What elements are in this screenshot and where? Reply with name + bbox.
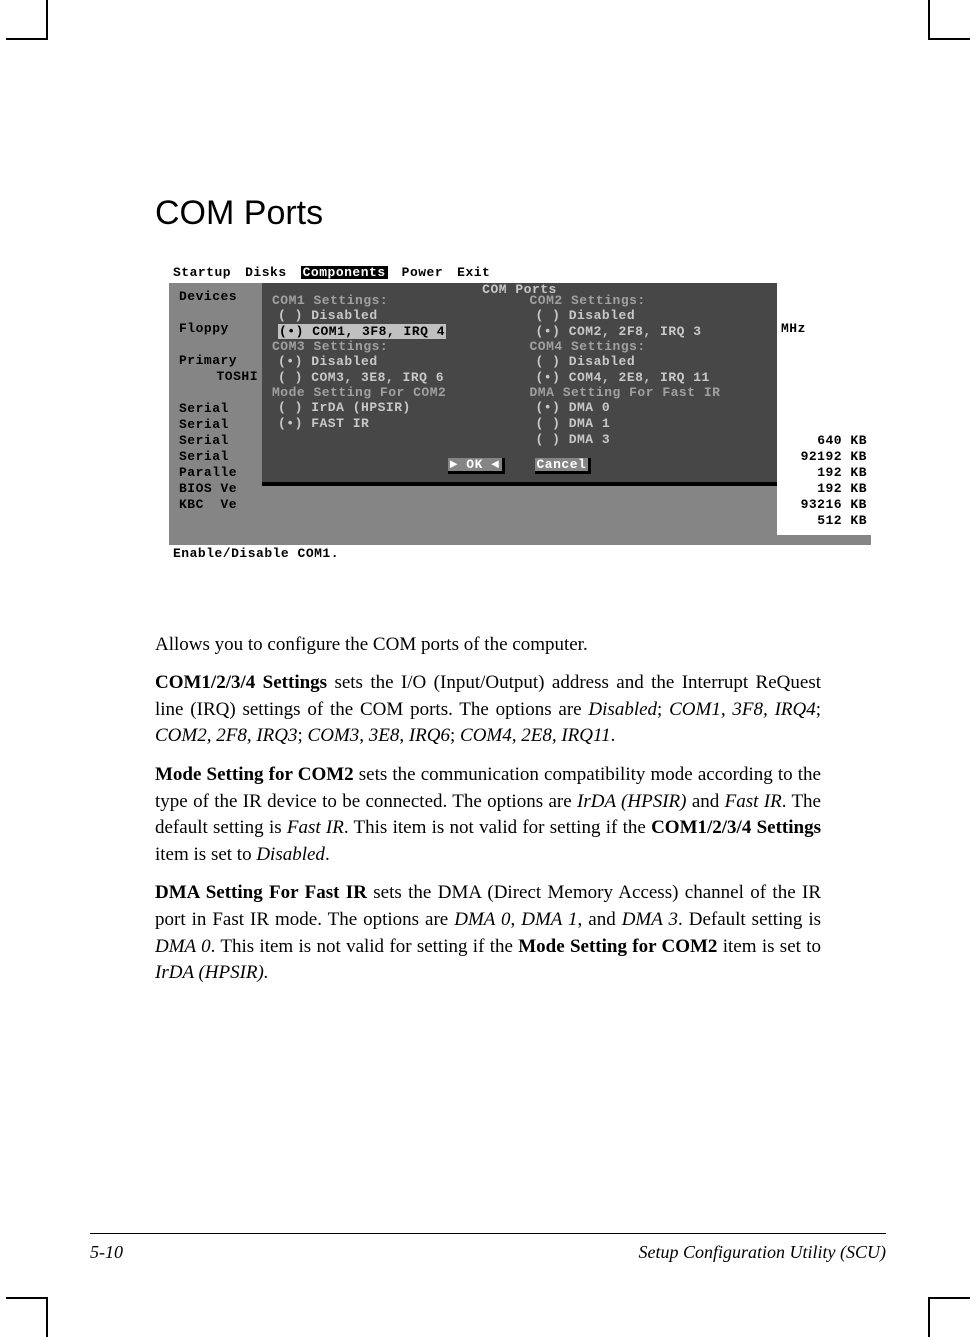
- bios-status-bar: Enable/Disable COM1.: [169, 545, 871, 562]
- page-title: COM Ports: [155, 190, 821, 238]
- radio-option[interactable]: ( ) IrDA (HPSIR): [278, 400, 504, 416]
- left-item: [179, 305, 258, 321]
- definition-dma-setting: DMA Setting For Fast IR sets the DMA (Di…: [155, 880, 821, 986]
- bios-right-panel: MHz 640 KB 92192 KB 192 KB 192 KB 93216 …: [777, 283, 871, 535]
- right-item: [781, 337, 867, 353]
- right-item: 93216 KB: [781, 497, 867, 513]
- group-legend: COM3 Settings:: [272, 340, 388, 353]
- radio-option[interactable]: (•) COM4, 2E8, IRQ 11: [536, 370, 762, 386]
- group-dma: DMA Setting For Fast IR (•) DMA 0 ( ) DM…: [530, 396, 768, 450]
- left-item: Serial: [179, 433, 258, 449]
- group-legend: COM2 Settings:: [530, 294, 646, 307]
- footer-document-title: Setup Configuration Utility (SCU): [639, 1240, 887, 1265]
- left-item: Floppy: [179, 321, 258, 337]
- menu-item-power[interactable]: Power: [402, 266, 444, 279]
- right-item: [781, 305, 867, 321]
- radio-option[interactable]: (•) COM1, 3F8, IRQ 4: [278, 324, 446, 339]
- group-com3: COM3 Settings: (•) Disabled ( ) COM3, 3E…: [272, 350, 510, 388]
- ok-button[interactable]: OK: [448, 458, 505, 474]
- left-item: BIOS Ve: [179, 481, 258, 497]
- right-item: [781, 369, 867, 385]
- def-head: COM1/2/3/4 Settings: [155, 672, 327, 693]
- bios-left-panel: Devices Floppy Primary TOSHI Serial Seri…: [175, 283, 262, 519]
- radio-option[interactable]: ( ) Disabled: [278, 308, 504, 324]
- radio-option[interactable]: (•) FAST IR: [278, 416, 504, 432]
- right-item: 640 KB: [781, 433, 867, 449]
- menu-item-components[interactable]: Components: [301, 266, 388, 279]
- left-item: Primary: [179, 353, 258, 369]
- group-legend: COM4 Settings:: [530, 340, 646, 353]
- left-item: [179, 337, 258, 353]
- def-head: DMA Setting For Fast IR: [155, 882, 367, 903]
- left-item: Serial: [179, 417, 258, 433]
- right-item: [781, 385, 867, 401]
- page-footer: 5-10 Setup Configuration Utility (SCU): [90, 1233, 886, 1265]
- group-legend: COM1 Settings:: [272, 294, 388, 307]
- right-item: [781, 353, 867, 369]
- bios-dialog: COM Ports COM1 Settings: ( ) Disabled (•…: [262, 283, 781, 486]
- left-item: Serial: [179, 401, 258, 417]
- right-item: 92192 KB: [781, 449, 867, 465]
- def-head: Mode Setting for COM2: [155, 764, 354, 785]
- right-item: 192 KB: [781, 481, 867, 497]
- bios-screenshot: Startup Disks Components Power Exit Devi…: [169, 266, 871, 562]
- intro-paragraph: Allows you to configure the COM ports of…: [155, 632, 821, 659]
- menu-item-disks[interactable]: Disks: [245, 266, 287, 279]
- left-item: TOSHI: [179, 369, 258, 385]
- left-item: Devices: [179, 289, 258, 305]
- right-item: [781, 417, 867, 433]
- definition-mode-setting: Mode Setting for COM2 sets the communica…: [155, 762, 821, 868]
- bios-menubar: Startup Disks Components Power Exit: [169, 266, 871, 283]
- group-com4: COM4 Settings: ( ) Disabled (•) COM4, 2E…: [530, 350, 768, 388]
- radio-option[interactable]: ( ) Disabled: [536, 354, 762, 370]
- left-item: [179, 385, 258, 401]
- group-legend: Mode Setting For COM2: [272, 386, 446, 399]
- right-item: [781, 289, 867, 305]
- group-com1: COM1 Settings: ( ) Disabled (•) COM1, 3F…: [272, 304, 510, 342]
- left-item: Paralle: [179, 465, 258, 481]
- radio-option[interactable]: ( ) DMA 1: [536, 416, 762, 432]
- right-item: 192 KB: [781, 465, 867, 481]
- right-item: MHz: [781, 321, 867, 337]
- left-item: KBC Ve: [179, 497, 258, 513]
- right-item: 512 KB: [781, 513, 867, 529]
- radio-option[interactable]: (•) Disabled: [278, 354, 504, 370]
- menu-item-exit[interactable]: Exit: [457, 266, 490, 279]
- radio-option[interactable]: (•) COM2, 2F8, IRQ 3: [536, 324, 762, 340]
- group-mode: Mode Setting For COM2 ( ) IrDA (HPSIR) (…: [272, 396, 510, 450]
- cancel-button[interactable]: Cancel: [535, 458, 592, 474]
- radio-option[interactable]: ( ) COM3, 3E8, IRQ 6: [278, 370, 504, 386]
- radio-option[interactable]: ( ) DMA 3: [536, 432, 762, 448]
- group-legend: DMA Setting For Fast IR: [530, 386, 721, 399]
- footer-page-number: 5-10: [90, 1240, 123, 1265]
- left-item: Serial: [179, 449, 258, 465]
- radio-option[interactable]: (•) DMA 0: [536, 400, 762, 416]
- definition-com-settings: COM1/2/3/4 Settings sets the I/O (Input/…: [155, 670, 821, 750]
- right-item: [781, 401, 867, 417]
- menu-item-startup[interactable]: Startup: [173, 266, 231, 279]
- group-com2: COM2 Settings: ( ) Disabled (•) COM2, 2F…: [530, 304, 768, 342]
- radio-option[interactable]: ( ) Disabled: [536, 308, 762, 324]
